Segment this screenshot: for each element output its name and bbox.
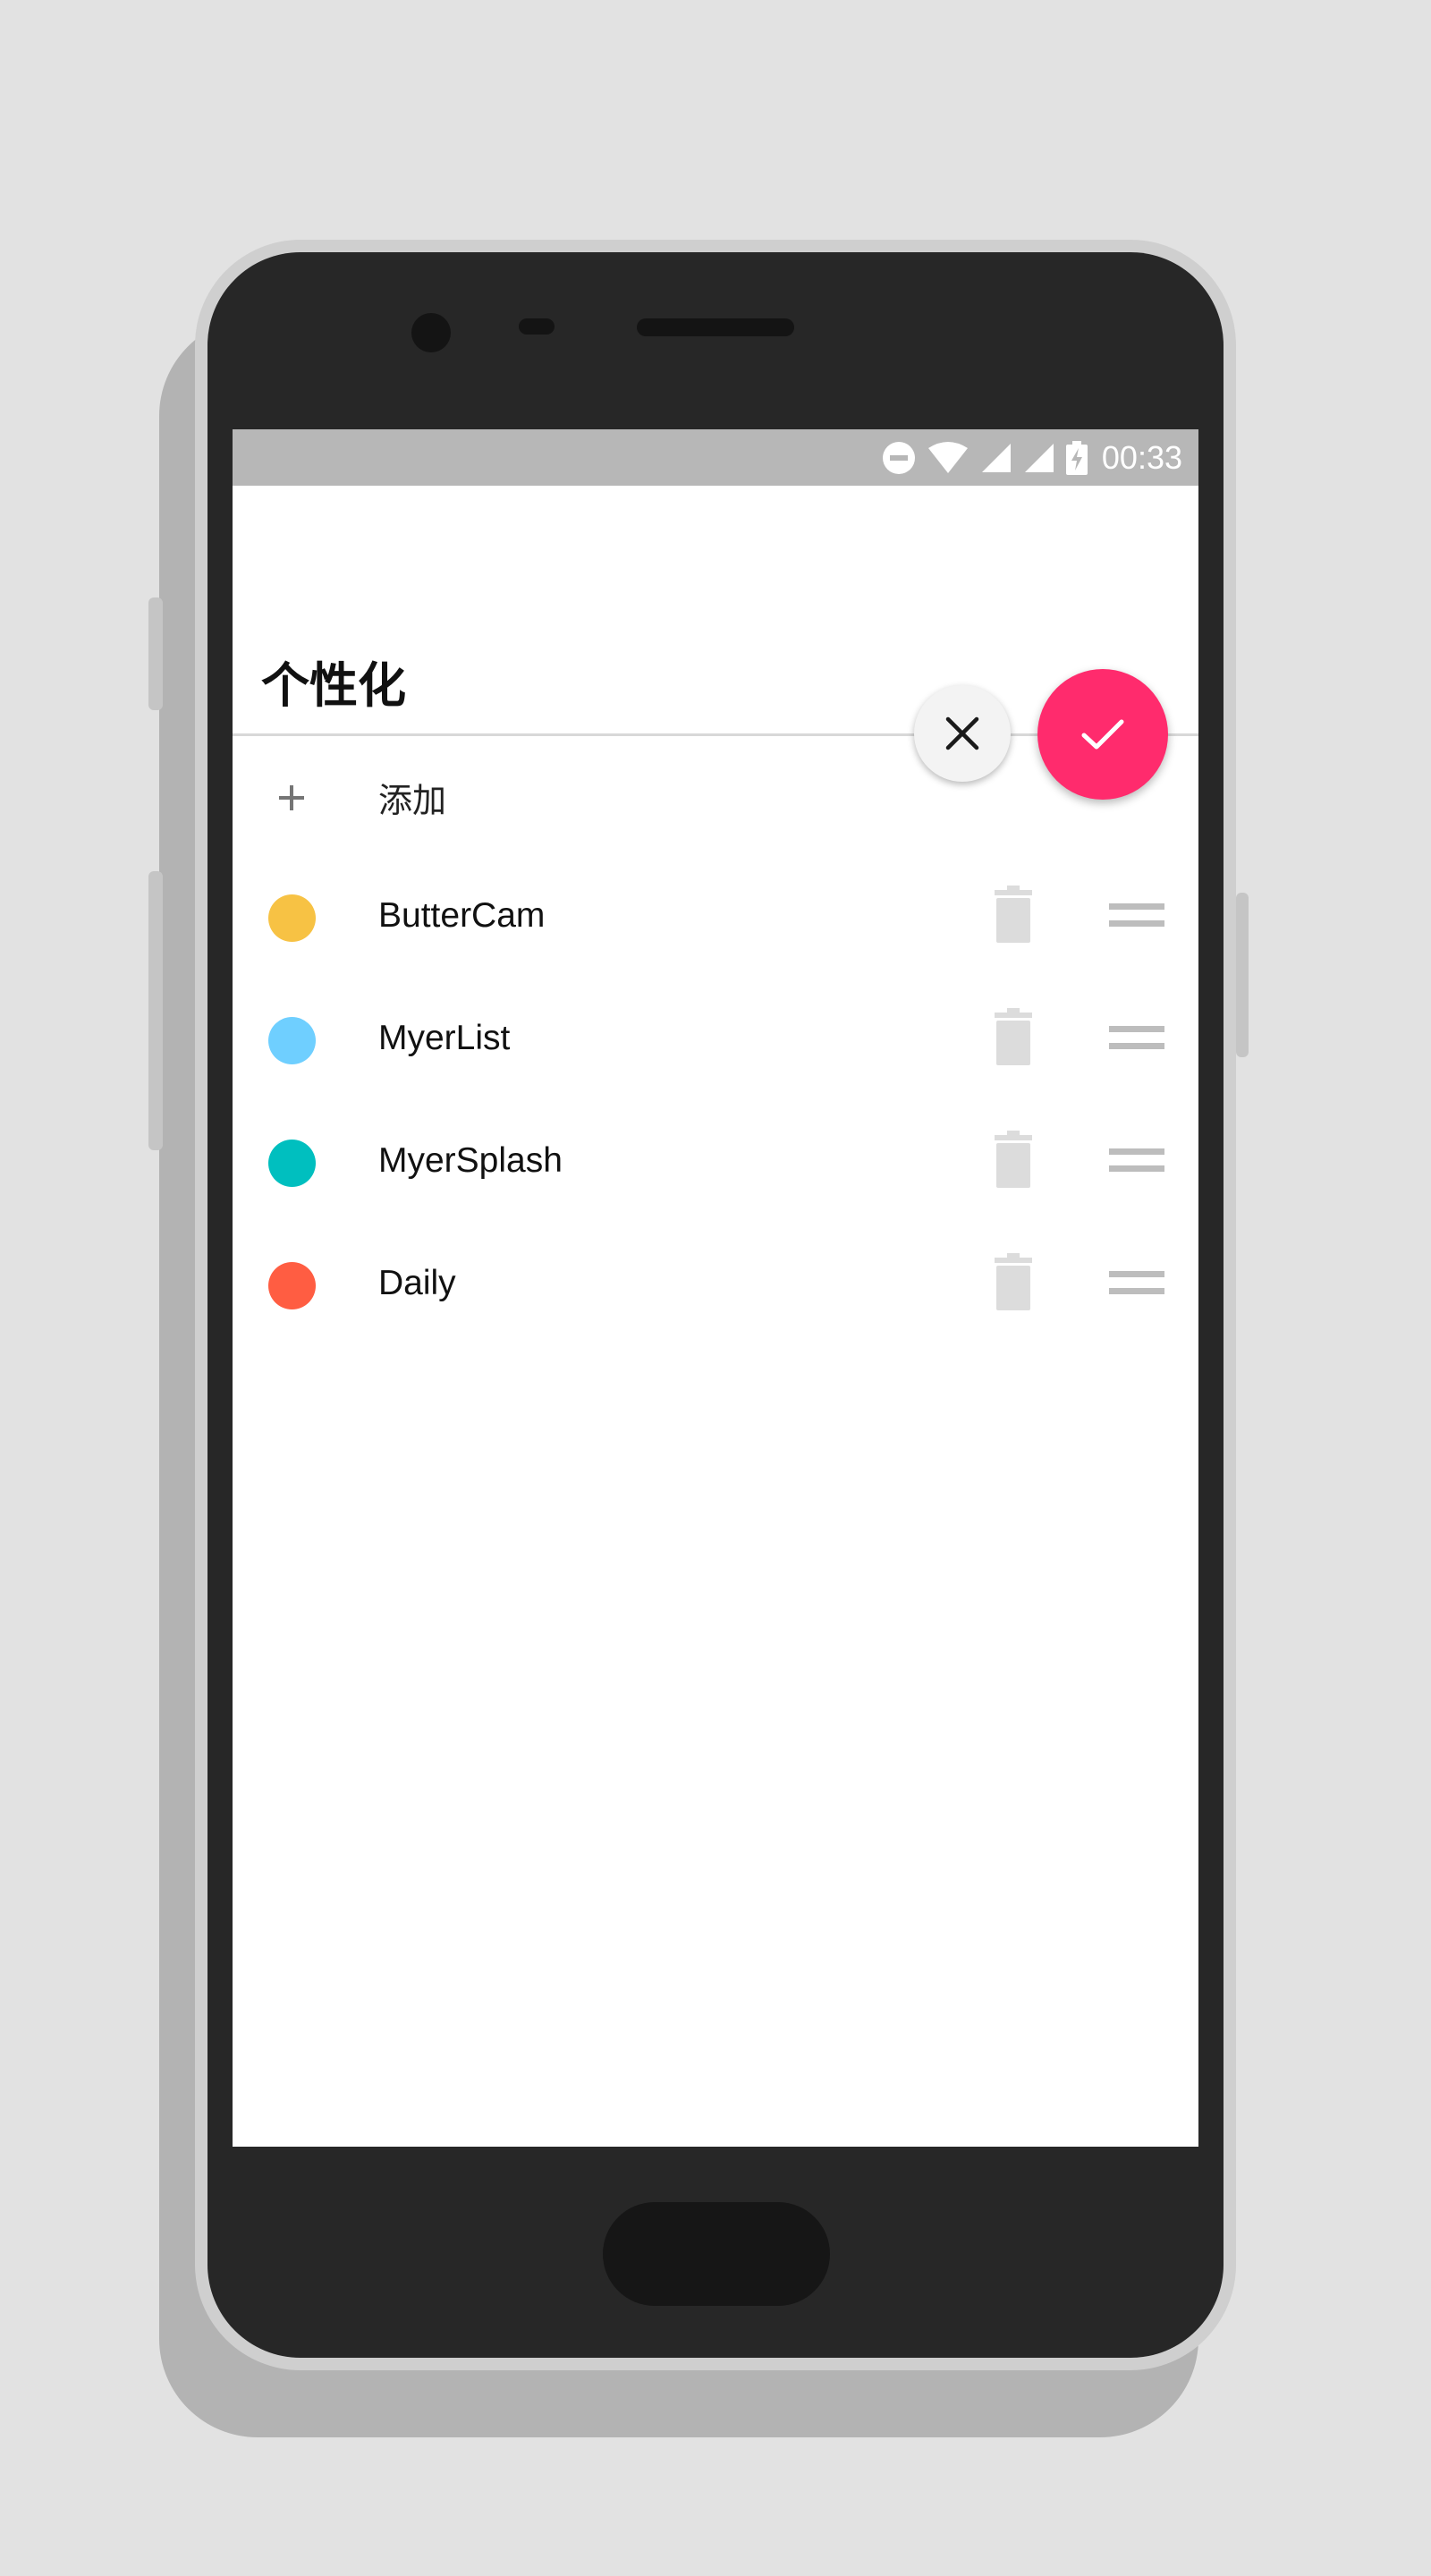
- delete-icon[interactable]: [993, 1008, 1034, 1065]
- status-icons: 00:33: [882, 429, 1182, 486]
- add-item-label: 添加: [378, 781, 447, 820]
- signal-icon: [1024, 443, 1054, 472]
- status-time: 00:33: [1101, 438, 1182, 476]
- front-camera: [411, 313, 451, 352]
- wifi-icon: [927, 441, 968, 473]
- color-dot[interactable]: [268, 894, 316, 942]
- phone-side-button-upper: [148, 597, 163, 710]
- color-dot[interactable]: [268, 1017, 316, 1064]
- item-label: ButterCam: [378, 896, 546, 935]
- drag-handle-icon[interactable]: [1109, 1145, 1164, 1175]
- cancel-button[interactable]: [914, 685, 1011, 782]
- item-label: MyerSplash: [378, 1141, 563, 1180]
- color-dot[interactable]: [268, 1140, 316, 1187]
- list-item[interactable]: Daily: [233, 1224, 1198, 1347]
- page-title: 个性化: [261, 657, 406, 714]
- battery-charging-icon: [1065, 440, 1088, 475]
- signal-icon: [981, 443, 1011, 472]
- plus-icon: [279, 785, 304, 810]
- proximity-sensor: [519, 318, 555, 335]
- drag-handle-icon[interactable]: [1109, 900, 1164, 930]
- list-item[interactable]: MyerSplash: [233, 1102, 1198, 1224]
- list-item[interactable]: ButterCam: [233, 857, 1198, 979]
- delete-icon[interactable]: [993, 1253, 1034, 1310]
- check-icon: [1081, 719, 1124, 750]
- earpiece-speaker: [637, 318, 794, 336]
- item-label: Daily: [378, 1264, 456, 1302]
- list-item[interactable]: MyerList: [233, 979, 1198, 1102]
- phone-side-button-right: [1236, 893, 1249, 1057]
- item-label: MyerList: [378, 1019, 511, 1057]
- do-not-disturb-icon: [882, 441, 915, 474]
- drag-handle-icon[interactable]: [1109, 1022, 1164, 1053]
- delete-icon[interactable]: [993, 1131, 1034, 1188]
- color-dot[interactable]: [268, 1262, 316, 1309]
- phone-side-button-lower: [148, 871, 163, 1150]
- phone-screen: 00:33 个性化 添加 ButterCam MyerList MyerSpla…: [233, 429, 1198, 2147]
- status-bar: 00:33: [233, 429, 1198, 486]
- close-icon: [945, 716, 979, 750]
- confirm-button[interactable]: [1037, 669, 1168, 800]
- delete-icon[interactable]: [993, 886, 1034, 943]
- drag-handle-icon[interactable]: [1109, 1267, 1164, 1298]
- home-button[interactable]: [603, 2202, 830, 2306]
